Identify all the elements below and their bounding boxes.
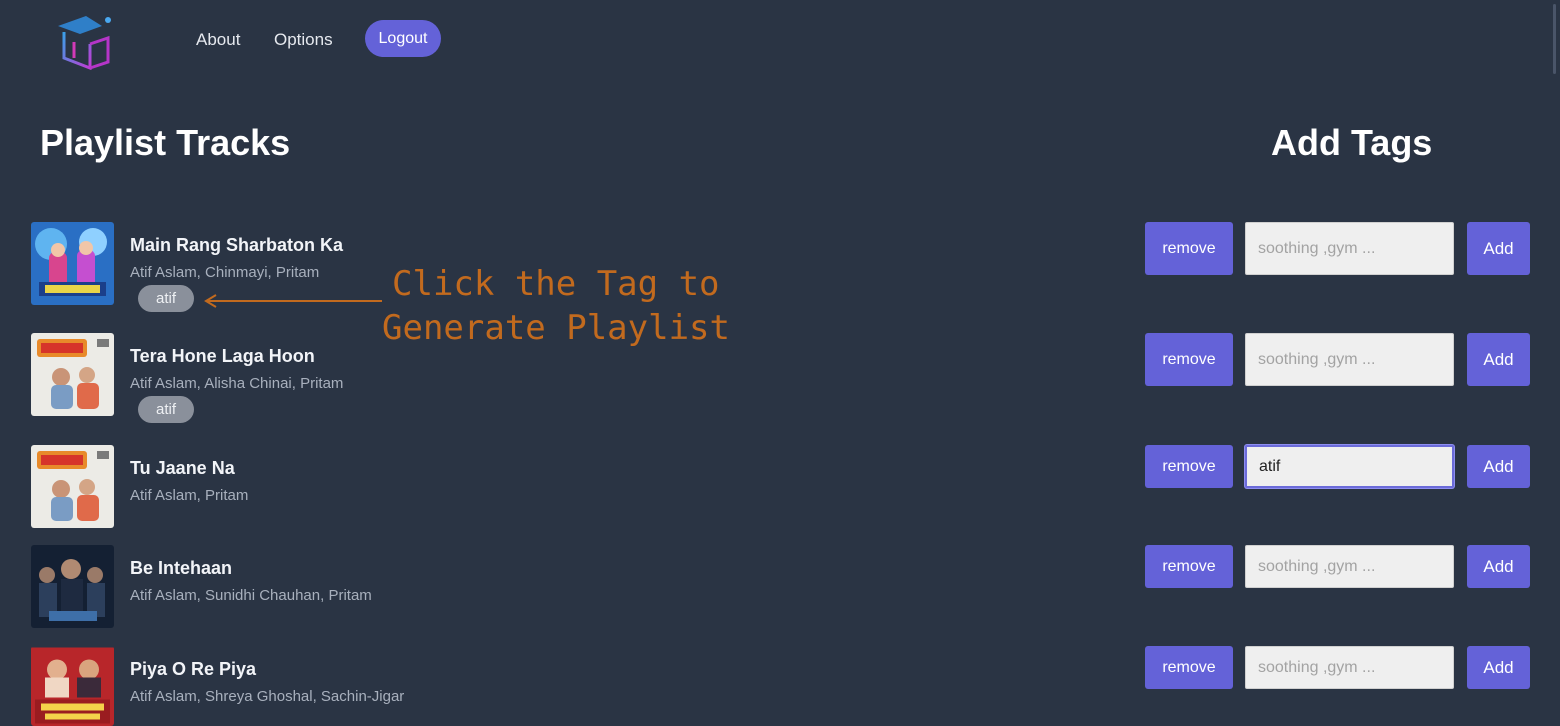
app-logo-icon[interactable] <box>50 12 116 71</box>
track-title: Tu Jaane Na <box>130 458 235 478</box>
album-cover-icon <box>31 545 114 628</box>
track-artists: Atif Aslam, Alisha Chinai, Pritam <box>130 375 344 392</box>
album-cover-icon <box>31 445 114 528</box>
scrollbar[interactable] <box>1553 4 1556 74</box>
tag-input[interactable] <box>1245 222 1454 275</box>
remove-button[interactable]: remove <box>1145 545 1233 588</box>
track-row: Tera Hone Laga Hoon Atif Aslam, Alisha C… <box>0 333 1560 423</box>
tag-input[interactable] <box>1245 445 1454 488</box>
annotation-text: Click the Tag to Generate Playlist <box>382 262 730 350</box>
add-tag-button[interactable]: Add <box>1467 445 1530 488</box>
annotation-line-2: Generate Playlist <box>382 308 730 348</box>
add-tag-button[interactable]: Add <box>1467 646 1530 689</box>
track-artists: Atif Aslam, Sunidhi Chauhan, Pritam <box>130 587 372 604</box>
track-artists: Atif Aslam, Shreya Ghoshal, Sachin-Jigar <box>130 688 405 705</box>
track-row: Piya O Re Piya Atif Aslam, Shreya Ghosha… <box>0 646 1560 726</box>
nav-about-link[interactable]: About <box>196 30 240 50</box>
track-title: Main Rang Sharbaton Ka <box>130 235 344 255</box>
remove-button[interactable]: remove <box>1145 646 1233 689</box>
annotation-line-1: Click the Tag to <box>392 264 720 304</box>
tag-chip[interactable]: atif <box>138 285 194 312</box>
remove-button[interactable]: remove <box>1145 445 1233 488</box>
tag-chip[interactable]: atif <box>138 396 194 423</box>
add-tag-button[interactable]: Add <box>1467 222 1530 275</box>
add-tags-heading: Add Tags <box>1271 122 1433 163</box>
track-title: Piya O Re Piya <box>130 659 257 679</box>
track-title: Tera Hone Laga Hoon <box>130 346 315 366</box>
album-cover-icon <box>31 333 114 416</box>
nav-options-link[interactable]: Options <box>274 30 333 50</box>
album-cover-icon <box>31 646 114 726</box>
album-cover-icon <box>31 222 114 305</box>
page: About Options Logout Playlist Tracks Add… <box>0 0 1560 726</box>
track-row: Be Intehaan Atif Aslam, Sunidhi Chauhan,… <box>0 545 1560 628</box>
add-tag-button[interactable]: Add <box>1467 545 1530 588</box>
tag-input[interactable] <box>1245 545 1454 588</box>
add-tag-button[interactable]: Add <box>1467 333 1530 386</box>
annotation-arrow-icon <box>204 294 382 308</box>
tag-input[interactable] <box>1245 333 1454 386</box>
remove-button[interactable]: remove <box>1145 333 1233 386</box>
tag-input[interactable] <box>1245 646 1454 689</box>
track-artists: Atif Aslam, Chinmayi, Pritam <box>130 264 320 281</box>
track-artists: Atif Aslam, Pritam <box>130 487 249 504</box>
track-row: Tu Jaane Na Atif Aslam, Pritam remove Ad… <box>0 445 1560 528</box>
playlist-tracks-heading: Playlist Tracks <box>40 122 291 163</box>
logout-button[interactable]: Logout <box>365 20 441 57</box>
remove-button[interactable]: remove <box>1145 222 1233 275</box>
track-title: Be Intehaan <box>130 558 233 578</box>
